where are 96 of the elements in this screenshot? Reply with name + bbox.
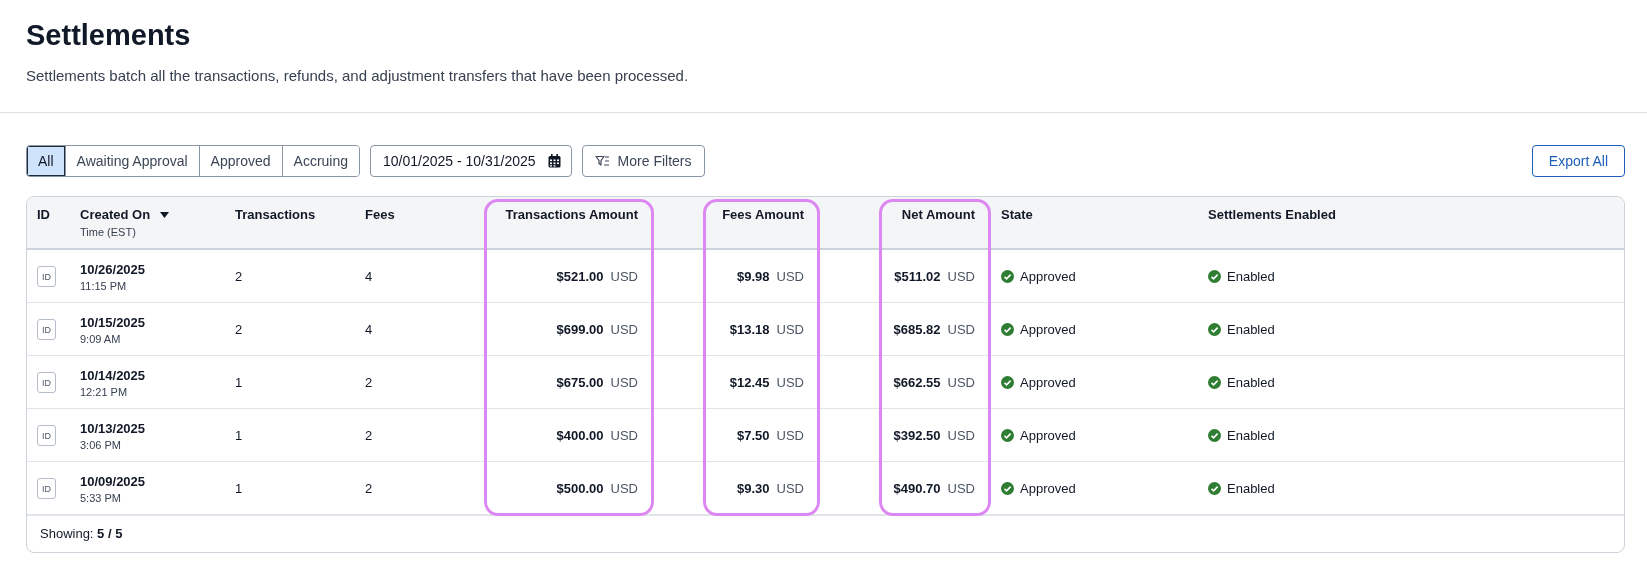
currency-code: USD xyxy=(776,269,804,284)
currency-code: USD xyxy=(776,481,804,496)
filter-tab[interactable]: All xyxy=(27,146,65,176)
amount-value: $511.02 xyxy=(894,269,941,284)
status-label: Approved xyxy=(1020,269,1076,284)
time-text: 5:33 PM xyxy=(80,491,122,504)
filter-tab[interactable]: Accruing xyxy=(281,146,359,176)
time-text: 9:09 AM xyxy=(80,332,122,345)
time-text: 11:15 PM xyxy=(80,279,128,292)
check-circle-icon xyxy=(1001,323,1014,336)
amount-value: $9.98 xyxy=(737,269,770,284)
currency-code: USD xyxy=(776,322,804,337)
column-header: Net Amount xyxy=(901,207,975,222)
column-header: ID xyxy=(37,207,50,222)
column-header: Fees Amount xyxy=(722,207,804,222)
status-label: Enabled xyxy=(1227,428,1275,443)
table-cell-text: 2 xyxy=(365,428,374,443)
status-label: Enabled xyxy=(1227,375,1275,390)
currency-code: USD xyxy=(776,375,804,390)
check-circle-icon xyxy=(1001,429,1014,442)
currency-code: USD xyxy=(610,428,638,443)
currency-code: USD xyxy=(776,428,804,443)
amount-value: $662.55 xyxy=(893,375,941,390)
check-circle-icon xyxy=(1208,429,1221,442)
calendar-icon xyxy=(547,154,561,168)
sort-caret-icon[interactable] xyxy=(160,211,170,218)
table-cell-text: 1 xyxy=(235,428,244,443)
filter-icon xyxy=(594,155,610,167)
table-cell-text: 2 xyxy=(365,375,374,390)
check-circle-icon xyxy=(1208,323,1221,336)
id-badge[interactable]: ID xyxy=(37,425,56,446)
amount-value: $400.00 xyxy=(556,428,604,443)
status-label: Enabled xyxy=(1227,269,1275,284)
table-cell-text: 2 xyxy=(235,322,244,337)
id-badge[interactable]: ID xyxy=(37,319,56,340)
date-text: 10/15/2025 xyxy=(80,314,147,330)
id-badge[interactable]: ID xyxy=(37,266,56,287)
table-cell-text: 2 xyxy=(235,269,244,284)
status-label: Enabled xyxy=(1227,322,1275,337)
showing-count: Showing: 5 / 5 xyxy=(27,515,1624,552)
column-header[interactable]: Created On xyxy=(80,207,151,222)
column-header: Settlements Enabled xyxy=(1208,207,1336,222)
amount-value: $392.50 xyxy=(893,428,941,443)
date-text: 10/14/2025 xyxy=(80,367,147,383)
check-circle-icon xyxy=(1001,482,1014,495)
currency-code: USD xyxy=(947,481,975,496)
table-cell-text: 1 xyxy=(235,481,244,496)
table-cell-text: 4 xyxy=(365,269,374,284)
currency-code: USD xyxy=(947,269,975,284)
currency-code: USD xyxy=(610,322,638,337)
check-circle-icon xyxy=(1208,376,1221,389)
date-text: 10/09/2025 xyxy=(80,473,147,489)
currency-code: USD xyxy=(947,322,975,337)
export-all-button[interactable]: Export All xyxy=(1531,145,1625,177)
amount-value: $13.18 xyxy=(729,322,770,337)
amount-value: $699.00 xyxy=(556,322,604,337)
status-label: Approved xyxy=(1020,428,1076,443)
page-description: Settlements batch all the transactions, refunds, and adjustment transfers that have been processed. xyxy=(26,67,690,84)
currency-code: USD xyxy=(947,375,975,390)
table-cell-text: 1 xyxy=(235,375,244,390)
column-header: Transactions Amount xyxy=(505,207,638,222)
table-cell-text: 2 xyxy=(365,481,374,496)
check-circle-icon xyxy=(1208,482,1221,495)
currency-code: USD xyxy=(610,481,638,496)
date-text: 10/26/2025 xyxy=(80,261,147,277)
date-text: 10/13/2025 xyxy=(80,420,147,436)
table-cell-text: 4 xyxy=(365,322,374,337)
amount-value: $675.00 xyxy=(556,375,604,390)
status-label: Enabled xyxy=(1227,481,1275,496)
more-filters-button[interactable]: More Filters xyxy=(581,145,705,177)
check-circle-icon xyxy=(1001,270,1014,283)
time-text: 3:06 PM xyxy=(80,438,122,451)
id-badge[interactable]: ID xyxy=(37,372,56,393)
amount-value: $490.70 xyxy=(893,481,941,496)
currency-code: USD xyxy=(610,375,638,390)
amount-value: $12.45 xyxy=(729,375,770,390)
amount-value: $500.00 xyxy=(556,481,604,496)
column-header: State xyxy=(1001,207,1033,222)
id-badge[interactable]: ID xyxy=(37,478,56,499)
amount-value: $9.30 xyxy=(737,481,770,496)
amount-value: $7.50 xyxy=(737,428,770,443)
date-range-field[interactable]: 10/01/2025 - 10/31/2025 xyxy=(370,145,572,177)
column-header: Transactions xyxy=(235,207,316,222)
amount-value: $685.82 xyxy=(893,322,941,337)
column-header: Fees xyxy=(365,207,395,222)
currency-code: USD xyxy=(947,428,975,443)
check-circle-icon xyxy=(1001,376,1014,389)
status-label: Approved xyxy=(1020,322,1076,337)
currency-code: USD xyxy=(610,269,638,284)
time-text: 12:21 PM xyxy=(80,385,129,398)
amount-value: $521.00 xyxy=(556,269,604,284)
status-label: Approved xyxy=(1020,375,1076,390)
status-label: Approved xyxy=(1020,481,1076,496)
page-title: Settlements xyxy=(26,18,192,52)
column-sublabel: Time (EST) xyxy=(80,226,137,238)
check-circle-icon xyxy=(1208,270,1221,283)
